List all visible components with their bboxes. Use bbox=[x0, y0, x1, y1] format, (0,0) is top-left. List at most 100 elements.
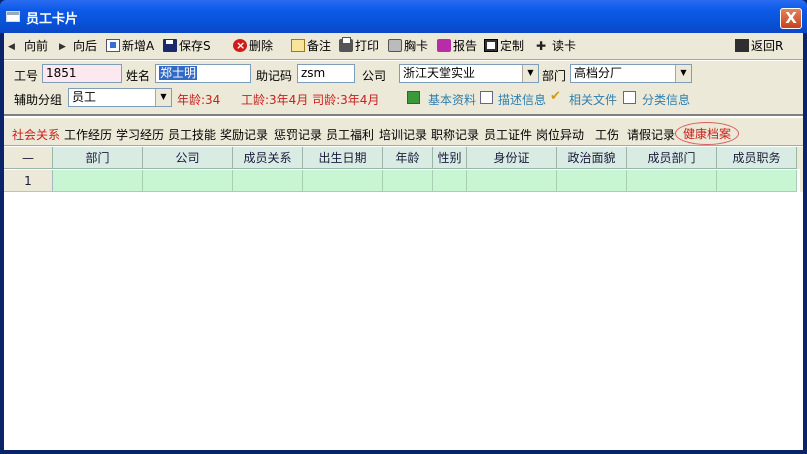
category-link[interactable]: 分类信息 bbox=[642, 91, 690, 108]
table-cell[interactable] bbox=[383, 170, 433, 192]
checkmark-icon: ✔ bbox=[550, 89, 561, 104]
tab-injury[interactable]: 工伤 bbox=[595, 126, 619, 143]
tab-titles[interactable]: 职称记录 bbox=[431, 126, 479, 143]
badge-button[interactable]: 胸卡 bbox=[388, 38, 428, 55]
delete-button[interactable]: 删除 bbox=[233, 37, 274, 55]
tab-training[interactable]: 培训记录 bbox=[379, 126, 427, 143]
grid-header: — 部门 公司 成员关系 出生日期 年龄 性别 身份证 政治面貌 成员部门 成员… bbox=[4, 147, 803, 169]
company-value: 浙江天堂实业 bbox=[403, 66, 476, 80]
tab-work-history[interactable]: 工作经历 bbox=[64, 126, 112, 143]
column-header[interactable]: 公司 bbox=[143, 147, 233, 169]
table-cell[interactable] bbox=[303, 170, 383, 192]
save-button[interactable]: 保存S bbox=[163, 38, 211, 55]
company-select[interactable]: 浙江天堂实业 ▼ bbox=[399, 64, 539, 83]
report-button[interactable]: 报告 bbox=[437, 38, 477, 55]
chevron-down-icon[interactable]: ▼ bbox=[522, 65, 538, 82]
form-designer-icon bbox=[484, 39, 498, 52]
column-header[interactable]: 政治面貌 bbox=[557, 147, 627, 169]
delete-label: 删除 bbox=[249, 39, 274, 53]
new-button[interactable]: 新增A bbox=[106, 38, 154, 55]
table-cell[interactable] bbox=[557, 170, 627, 192]
describe-link[interactable]: 描述信息 bbox=[498, 91, 546, 108]
column-header[interactable]: 成员关系 bbox=[233, 147, 303, 169]
print-label: 打印 bbox=[355, 39, 380, 53]
printer-icon bbox=[339, 37, 353, 52]
emp-no-field[interactable]: 1851 bbox=[42, 64, 122, 83]
back-button[interactable]: 向前 bbox=[8, 38, 49, 56]
basic-info-link[interactable]: 基本资料 bbox=[428, 91, 476, 108]
dept-label: 部门 bbox=[542, 69, 567, 83]
tab-transfers[interactable]: 岗位异动 bbox=[536, 126, 584, 143]
forward-button[interactable]: 向后 bbox=[57, 38, 97, 56]
column-header[interactable]: 身份证 bbox=[467, 147, 557, 169]
column-header[interactable]: 部门 bbox=[53, 147, 143, 169]
age-text: 年龄:34 bbox=[177, 93, 221, 107]
read-card-button[interactable]: 读卡 bbox=[536, 38, 576, 55]
grid-corner[interactable]: — bbox=[4, 147, 53, 169]
table-cell[interactable] bbox=[717, 170, 797, 192]
arrow-right-icon bbox=[57, 39, 71, 56]
chevron-down-icon[interactable]: ▼ bbox=[155, 89, 171, 106]
column-header[interactable]: 成员职务 bbox=[717, 147, 797, 169]
window-title: 员工卡片 bbox=[26, 12, 79, 27]
column-header[interactable]: 出生日期 bbox=[303, 147, 383, 169]
tab-leave[interactable]: 请假记录 bbox=[627, 126, 675, 143]
files-link[interactable]: 相关文件 bbox=[569, 91, 617, 108]
table-row[interactable]: 1 bbox=[4, 170, 803, 192]
badge-label: 胸卡 bbox=[404, 39, 429, 53]
group-select[interactable]: 员工 ▼ bbox=[68, 88, 172, 107]
table-cell[interactable] bbox=[433, 170, 467, 192]
column-header[interactable]: 年龄 bbox=[383, 147, 433, 169]
note-button[interactable]: 备注 bbox=[291, 38, 331, 55]
tab-welfare[interactable]: 员工福利 bbox=[326, 126, 374, 143]
dept-select[interactable]: 高档分厂 ▼ bbox=[570, 64, 692, 83]
new-document-icon bbox=[106, 39, 120, 52]
table-cell[interactable] bbox=[467, 170, 557, 192]
table-cell[interactable] bbox=[233, 170, 303, 192]
custom-button[interactable]: 定制 bbox=[484, 38, 524, 55]
record-tabs: 社会关系 工作经历 学习经历 员工技能 奖励记录 惩罚记录 员工福利 培训记录 … bbox=[4, 118, 803, 146]
category-icon bbox=[623, 91, 636, 104]
client-area: 向前 向后 新增A 保存S 删除 备注 打印 胸卡 bbox=[4, 33, 803, 450]
new-label: 新增A bbox=[122, 39, 155, 53]
tab-social-relations[interactable]: 社会关系 bbox=[12, 126, 60, 143]
mnemonic-field[interactable]: zsm bbox=[297, 64, 355, 83]
table-cell[interactable] bbox=[143, 170, 233, 192]
delete-icon bbox=[233, 37, 247, 54]
custom-label: 定制 bbox=[500, 39, 525, 53]
group-label: 辅助分组 bbox=[14, 93, 63, 107]
basic-info-icon bbox=[407, 91, 420, 104]
group-value: 员工 bbox=[72, 90, 97, 104]
tab-certificates[interactable]: 员工证件 bbox=[484, 126, 532, 143]
column-header[interactable]: 性别 bbox=[433, 147, 467, 169]
tab-penalties[interactable]: 惩罚记录 bbox=[274, 126, 322, 143]
plus-icon bbox=[536, 38, 550, 55]
arrow-left-icon bbox=[8, 39, 22, 56]
row-number[interactable]: 1 bbox=[4, 170, 53, 192]
return-button[interactable]: 返回R bbox=[735, 38, 783, 55]
note-label: 备注 bbox=[307, 39, 332, 53]
table-cell[interactable] bbox=[627, 170, 717, 192]
close-button[interactable]: X bbox=[780, 8, 802, 29]
print-button[interactable]: 打印 bbox=[339, 37, 380, 55]
relations-grid: — 部门 公司 成员关系 出生日期 年龄 性别 身份证 政治面貌 成员部门 成员… bbox=[4, 147, 803, 450]
report-label: 报告 bbox=[453, 39, 478, 53]
table-cell[interactable] bbox=[53, 170, 143, 192]
describe-icon bbox=[480, 91, 493, 104]
title-bar: 员工卡片 X bbox=[0, 0, 807, 33]
name-label: 姓名 bbox=[126, 69, 151, 83]
grid-edge bbox=[800, 147, 803, 192]
return-label: 返回R bbox=[751, 39, 784, 53]
tab-education[interactable]: 学习经历 bbox=[116, 126, 164, 143]
employee-form: 工号 1851 姓名 郑士明 助记码 zsm 公司 浙江天堂实业 ▼ 部门 高档… bbox=[4, 61, 803, 116]
back-label: 向前 bbox=[24, 39, 49, 53]
return-icon bbox=[735, 39, 749, 52]
tab-skills[interactable]: 员工技能 bbox=[168, 126, 216, 143]
window-icon bbox=[6, 11, 20, 22]
chevron-down-icon[interactable]: ▼ bbox=[675, 65, 691, 82]
column-header[interactable]: 成员部门 bbox=[627, 147, 717, 169]
tab-rewards[interactable]: 奖励记录 bbox=[220, 126, 268, 143]
name-field[interactable]: 郑士明 bbox=[155, 64, 251, 83]
tab-health-records[interactable]: 健康档案 bbox=[675, 122, 740, 145]
toolbar: 向前 向后 新增A 保存S 删除 备注 打印 胸卡 bbox=[4, 33, 803, 60]
